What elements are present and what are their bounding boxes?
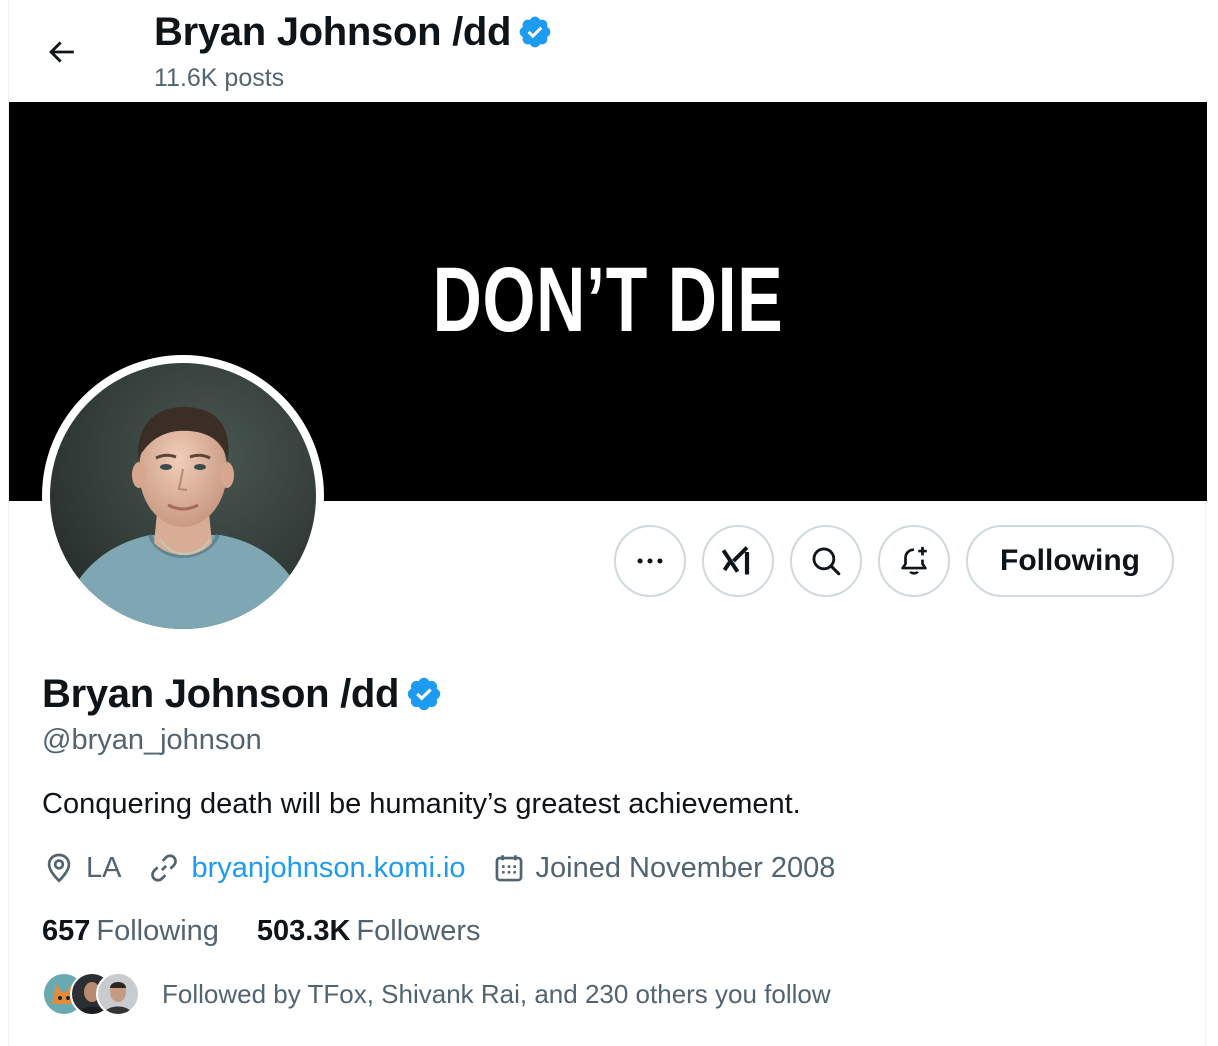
followed-by-text: Followed by TFox, Shivank Rai, and 230 o… [162,979,831,1009]
joined-item: Joined November 2008 [492,848,836,888]
back-button[interactable] [39,30,83,74]
follower-avatars [42,970,142,1018]
website-item[interactable]: bryanjohnson.komi.io [147,848,466,888]
more-dots-icon [637,558,663,564]
location-pin-icon [47,853,71,883]
header-title-row: Bryan Johnson /dd [154,10,553,54]
avatar[interactable] [42,355,324,637]
following-label: Following [96,915,219,947]
profile-display-name: Bryan Johnson /dd [42,672,400,716]
more-button[interactable] [614,525,686,597]
notifications-button[interactable] [878,525,950,597]
calendar-icon [495,855,522,882]
profile-header-bar: Bryan Johnson /dd 11.6K posts [9,0,1207,102]
grok-icon [721,546,750,575]
following-count: 657 [42,915,91,947]
profile-handle: @bryan_johnson [42,724,262,756]
followers-stat[interactable]: 503.3K Followers [257,911,481,951]
follow-stats: 657 Following 503.3K Followers [42,911,519,951]
search-icon [812,547,841,576]
avatar-portrait-image [50,363,316,629]
grok-button[interactable] [702,525,774,597]
profile-page: Bryan Johnson /dd 11.6K posts DON’T DIE [8,0,1207,1046]
banner-text: DON’T DIE [432,249,784,351]
following-stat[interactable]: 657 Following [42,911,219,951]
follower-avatar [96,972,140,1016]
profile-bio: Conquering death will be humanity’s grea… [42,788,801,820]
location-text: LA [86,852,122,884]
location-item: LA [42,848,121,888]
link-icon [151,854,178,882]
website-link[interactable]: bryanjohnson.komi.io [191,848,465,888]
profile-meta-row: LA bryanjohnson.komi.io Joined November … [42,848,861,888]
bell-plus-icon [901,546,927,575]
avatar-photo [50,363,316,629]
followers-label: Followers [356,915,481,947]
following-button[interactable]: Following [966,525,1174,597]
header-post-count: 11.6K posts [154,64,285,92]
joined-text: Joined November 2008 [535,852,836,884]
followers-count: 503.3K [256,915,351,947]
search-profile-button[interactable] [790,525,862,597]
arrow-left-icon [49,41,74,63]
followed-by-row[interactable]: Followed by TFox, Shivank Rai, and 230 o… [42,970,831,1018]
verified-badge-icon[interactable] [405,675,443,713]
header-display-name: Bryan Johnson /dd [154,10,512,54]
verified-badge-icon [519,16,551,48]
profile-name-row: Bryan Johnson /dd [42,670,443,718]
